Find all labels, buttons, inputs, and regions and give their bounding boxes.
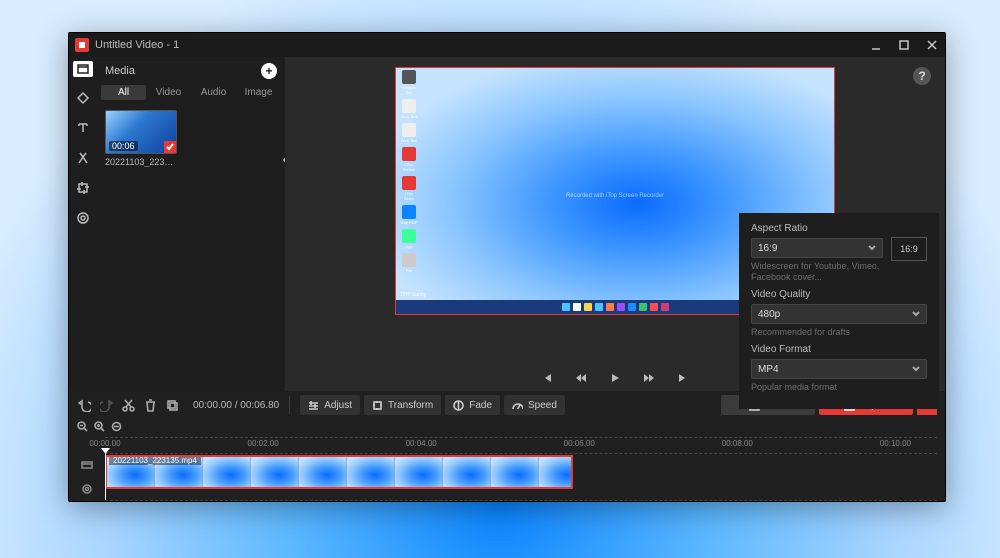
app-icon — [75, 38, 89, 52]
media-duration: 00:06 — [109, 141, 138, 151]
video-format-select[interactable]: MP4 — [751, 359, 927, 379]
media-panel: Media + All Video Audio Image 00:06 2022… — [97, 57, 285, 391]
redo-icon[interactable] — [99, 398, 113, 412]
timeline: 00:00.00 00:02.00 00:04.00 00:06.00 00:0… — [69, 419, 945, 501]
media-tab-audio[interactable]: Audio — [191, 85, 236, 100]
media-thumbnail: 00:06 — [105, 110, 177, 154]
sidebar-rail — [69, 57, 97, 391]
minimize-icon[interactable] — [869, 38, 883, 52]
export-settings-panel: Aspect Ratio 16:9 Widescreen for Youtube… — [739, 213, 939, 409]
aspect-ratio-hint: Widescreen for Youtube, Vimeo, Facebook … — [751, 261, 883, 283]
playhead[interactable] — [105, 454, 106, 500]
sidebar-media-icon[interactable] — [73, 61, 93, 77]
next-icon[interactable] — [677, 372, 689, 384]
fade-button[interactable]: Fade — [445, 395, 500, 415]
preview-desktop-icons: Recycle Bin Free Text Free Text iTop Scr… — [400, 70, 418, 273]
timeline-clip-name: 20221103_223135.mp4 — [109, 456, 201, 465]
rewind-icon[interactable] — [575, 372, 587, 384]
preview-watermark: Recorded with iTop Screen Recorder — [566, 193, 664, 199]
delete-icon[interactable] — [143, 398, 157, 412]
video-quality-hint: Recommended for drafts — [751, 327, 927, 338]
media-tab-video[interactable]: Video — [146, 85, 191, 100]
duplicate-icon[interactable] — [165, 398, 179, 412]
app-window: Untitled Video - 1 Media + All Video — [68, 32, 946, 502]
sidebar-overlay-icon[interactable] — [74, 209, 92, 227]
video-quality-select[interactable]: 480p — [751, 304, 927, 324]
aspect-ratio-badge: 16:9 — [891, 237, 927, 261]
chevron-down-icon — [912, 310, 920, 318]
maximize-icon[interactable] — [897, 38, 911, 52]
media-item[interactable]: 00:06 20221103_223135.mp4 — [105, 110, 177, 167]
forward-icon[interactable] — [643, 372, 655, 384]
title-bar[interactable]: Untitled Video - 1 — [69, 33, 945, 57]
chevron-down-icon — [912, 365, 920, 373]
add-media-button[interactable]: + — [261, 63, 277, 79]
speed-button[interactable]: Speed — [504, 395, 565, 415]
media-used-check-icon — [164, 141, 176, 153]
time-display: 00:00.00 / 00:06.80 — [193, 400, 279, 411]
window-title: Untitled Video - 1 — [95, 39, 179, 51]
play-icon[interactable] — [609, 372, 621, 384]
video-format-label: Video Format — [751, 344, 927, 355]
cut-icon[interactable] — [121, 398, 135, 412]
media-item-name: 20221103_223135.mp4 — [105, 157, 177, 167]
sidebar-text-icon[interactable] — [74, 119, 92, 137]
zoom-fit-icon[interactable] — [111, 421, 122, 435]
sidebar-shapes-icon[interactable] — [74, 89, 92, 107]
media-panel-title: Media — [105, 65, 135, 77]
timeline-clip[interactable]: 20221103_223135.mp4 — [105, 455, 573, 489]
video-format-hint: Popular media format — [751, 382, 927, 393]
media-tab-image[interactable]: Image — [236, 85, 281, 100]
aspect-ratio-label: Aspect Ratio — [751, 223, 883, 234]
sidebar-crop-icon[interactable] — [74, 179, 92, 197]
video-quality-label: Video Quality — [751, 289, 927, 300]
undo-icon[interactable] — [77, 398, 91, 412]
zoom-out-icon[interactable] — [77, 421, 88, 435]
sidebar-sticker-icon[interactable] — [74, 149, 92, 167]
video-track-icon[interactable] — [69, 453, 105, 477]
preview-weather: 79°F Sunny — [400, 292, 426, 298]
prev-icon[interactable] — [541, 372, 553, 384]
chevron-down-icon — [868, 244, 876, 252]
aspect-ratio-select[interactable]: 16:9 — [751, 238, 883, 258]
audio-track-icon[interactable] — [69, 477, 105, 501]
transform-button[interactable]: Transform — [364, 395, 441, 415]
timeline-track[interactable]: 20221103_223135.mp4 — [105, 453, 937, 501]
media-tab-all[interactable]: All — [101, 85, 146, 100]
media-tabs: All Video Audio Image — [97, 85, 285, 104]
timeline-ruler[interactable]: 00:00.00 00:02.00 00:04.00 00:06.00 00:0… — [105, 437, 937, 453]
close-icon[interactable] — [925, 38, 939, 52]
zoom-in-icon[interactable] — [94, 421, 105, 435]
adjust-button[interactable]: Adjust — [300, 395, 360, 415]
